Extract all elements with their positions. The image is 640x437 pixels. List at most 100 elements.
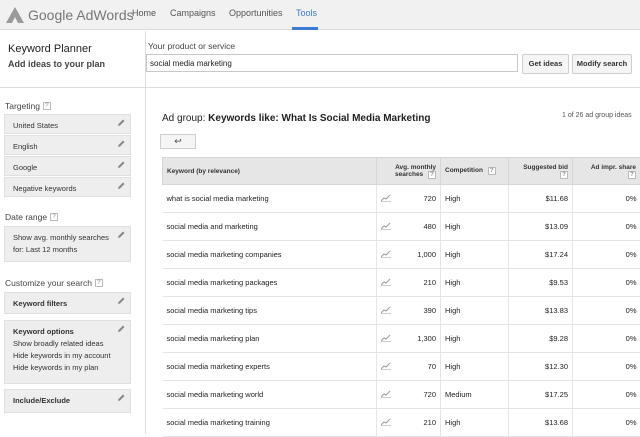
keyword-option-line: Show broadly related ideas	[13, 338, 122, 350]
trend-chart-icon[interactable]	[381, 278, 391, 286]
date-range-heading: Date range ?	[5, 212, 58, 222]
targeting-negative-keywords[interactable]: Negative keywords	[4, 177, 131, 197]
share-cell: 0%	[573, 381, 640, 409]
trend-cell[interactable]	[377, 297, 401, 325]
pencil-icon[interactable]	[117, 297, 125, 305]
table-row[interactable]: social media marketing experts 70 High $…	[163, 353, 640, 381]
share-cell: 0%	[573, 297, 640, 325]
bid-cell: $13.83	[509, 297, 573, 325]
date-range-box[interactable]: Show avg. monthly searches for: Last 12 …	[4, 226, 131, 262]
table-row[interactable]: social media marketing packages 210 High…	[163, 269, 640, 297]
share-cell: 0%	[573, 325, 640, 353]
pencil-icon[interactable]	[117, 394, 125, 402]
trend-chart-icon[interactable]	[381, 250, 391, 258]
tab-tools[interactable]: Tools	[296, 8, 317, 18]
pencil-icon[interactable]	[117, 119, 125, 127]
tab-campaigns[interactable]: Campaigns	[170, 8, 216, 18]
searches-cell: 210	[401, 269, 441, 297]
column-header-searches[interactable]: Avg. monthly searches ?	[377, 158, 441, 185]
trend-chart-icon[interactable]	[381, 306, 391, 314]
pencil-icon[interactable]	[117, 325, 125, 333]
help-icon[interactable]: ?	[50, 213, 58, 221]
trend-cell[interactable]	[377, 381, 401, 409]
tab-opportunities[interactable]: Opportunities	[229, 8, 283, 18]
searches-cell: 210	[401, 409, 441, 437]
keyword-cell: social media marketing world	[163, 381, 377, 409]
help-icon[interactable]: ?	[95, 279, 103, 287]
help-icon[interactable]: ?	[628, 171, 636, 179]
searches-cell: 720	[401, 381, 441, 409]
pencil-icon[interactable]	[117, 182, 125, 190]
table-row[interactable]: social media marketing training 210 High…	[163, 409, 640, 437]
targeting-location[interactable]: United States	[4, 114, 131, 134]
help-icon[interactable]: ?	[560, 171, 568, 179]
column-header-keyword[interactable]: Keyword (by relevance)	[163, 158, 377, 185]
pencil-icon[interactable]	[117, 231, 125, 239]
bid-cell: $17.25	[509, 381, 573, 409]
competition-cell: High	[441, 297, 509, 325]
product-label: Your product or service	[148, 41, 235, 51]
pencil-icon[interactable]	[117, 140, 125, 148]
trend-chart-icon[interactable]	[381, 194, 391, 202]
get-ideas-button[interactable]: Get ideas	[522, 54, 569, 74]
targeting-language[interactable]: English	[4, 135, 131, 155]
logo-text: Google AdWords	[28, 7, 134, 23]
table-row[interactable]: social media marketing companies 1,000 H…	[163, 241, 640, 269]
trend-cell[interactable]	[377, 185, 401, 213]
targeting-network-label: Google	[13, 162, 122, 174]
column-header-share[interactable]: Ad impr. share ?	[573, 158, 640, 185]
modify-search-button[interactable]: Modify search	[572, 54, 632, 74]
help-icon[interactable]: ?	[428, 171, 436, 179]
searches-cell: 70	[401, 353, 441, 381]
bid-cell: $12.30	[509, 353, 573, 381]
trend-cell[interactable]	[377, 325, 401, 353]
competition-header-label: Competition	[445, 167, 483, 174]
table-row[interactable]: social media marketing tips 390 High $13…	[163, 297, 640, 325]
column-header-bid[interactable]: Suggested bid ?	[509, 158, 573, 185]
trend-chart-icon[interactable]	[381, 418, 391, 426]
tab-home[interactable]: Home	[132, 8, 156, 18]
targeting-network[interactable]: Google	[4, 156, 131, 176]
help-icon[interactable]: ?	[488, 167, 496, 175]
trend-chart-icon[interactable]	[381, 390, 391, 398]
competition-cell: High	[441, 325, 509, 353]
include-exclude-label: Include/Exclude	[13, 395, 122, 407]
adwords-logo[interactable]: Google AdWords	[6, 5, 134, 25]
adgroup-prefix: Ad group:	[162, 113, 205, 124]
bid-header-label: Suggested bid	[523, 164, 568, 171]
keyword-options-label: Keyword options	[13, 326, 122, 338]
keyword-cell: social media marketing packages	[163, 269, 377, 297]
include-exclude-box[interactable]: Include/Exclude	[4, 389, 131, 413]
adgroup-title: Ad group: Keywords like: What Is Social …	[162, 113, 430, 124]
keyword-table: Keyword (by relevance) Avg. monthly sear…	[162, 157, 640, 437]
table-row[interactable]: social media marketing plan 1,300 High $…	[163, 325, 640, 353]
page-subtitle: Add ideas to your plan	[8, 59, 105, 69]
trend-chart-icon[interactable]	[381, 362, 391, 370]
bid-cell: $17.24	[509, 241, 573, 269]
back-button[interactable]: ↩	[160, 134, 196, 149]
table-row[interactable]: what is social media marketing 720 High …	[163, 185, 640, 213]
keyword-option-line: Hide keywords in my plan	[13, 362, 122, 374]
trend-cell[interactable]	[377, 269, 401, 297]
trend-chart-icon[interactable]	[381, 334, 391, 342]
product-input[interactable]	[146, 54, 518, 72]
trend-cell[interactable]	[377, 353, 401, 381]
keyword-options-box[interactable]: Keyword options Show broadly related ide…	[4, 320, 131, 384]
pencil-icon[interactable]	[117, 161, 125, 169]
active-tab-indicator	[292, 27, 318, 30]
table-row[interactable]: social media marketing world 720 Medium …	[163, 381, 640, 409]
keyword-filters-box[interactable]: Keyword filters	[4, 292, 131, 314]
table-row[interactable]: social media and marketing 480 High $13.…	[163, 213, 640, 241]
keyword-cell: what is social media marketing	[163, 185, 377, 213]
help-icon[interactable]: ?	[43, 102, 51, 110]
competition-cell: Medium	[441, 381, 509, 409]
trend-chart-icon[interactable]	[381, 222, 391, 230]
bid-cell: $13.68	[509, 409, 573, 437]
competition-cell: High	[441, 409, 509, 437]
bid-cell: $9.28	[509, 325, 573, 353]
column-header-competition[interactable]: Competition ?	[441, 158, 509, 185]
targeting-location-label: United States	[13, 120, 122, 132]
trend-cell[interactable]	[377, 241, 401, 269]
trend-cell[interactable]	[377, 409, 401, 437]
trend-cell[interactable]	[377, 213, 401, 241]
